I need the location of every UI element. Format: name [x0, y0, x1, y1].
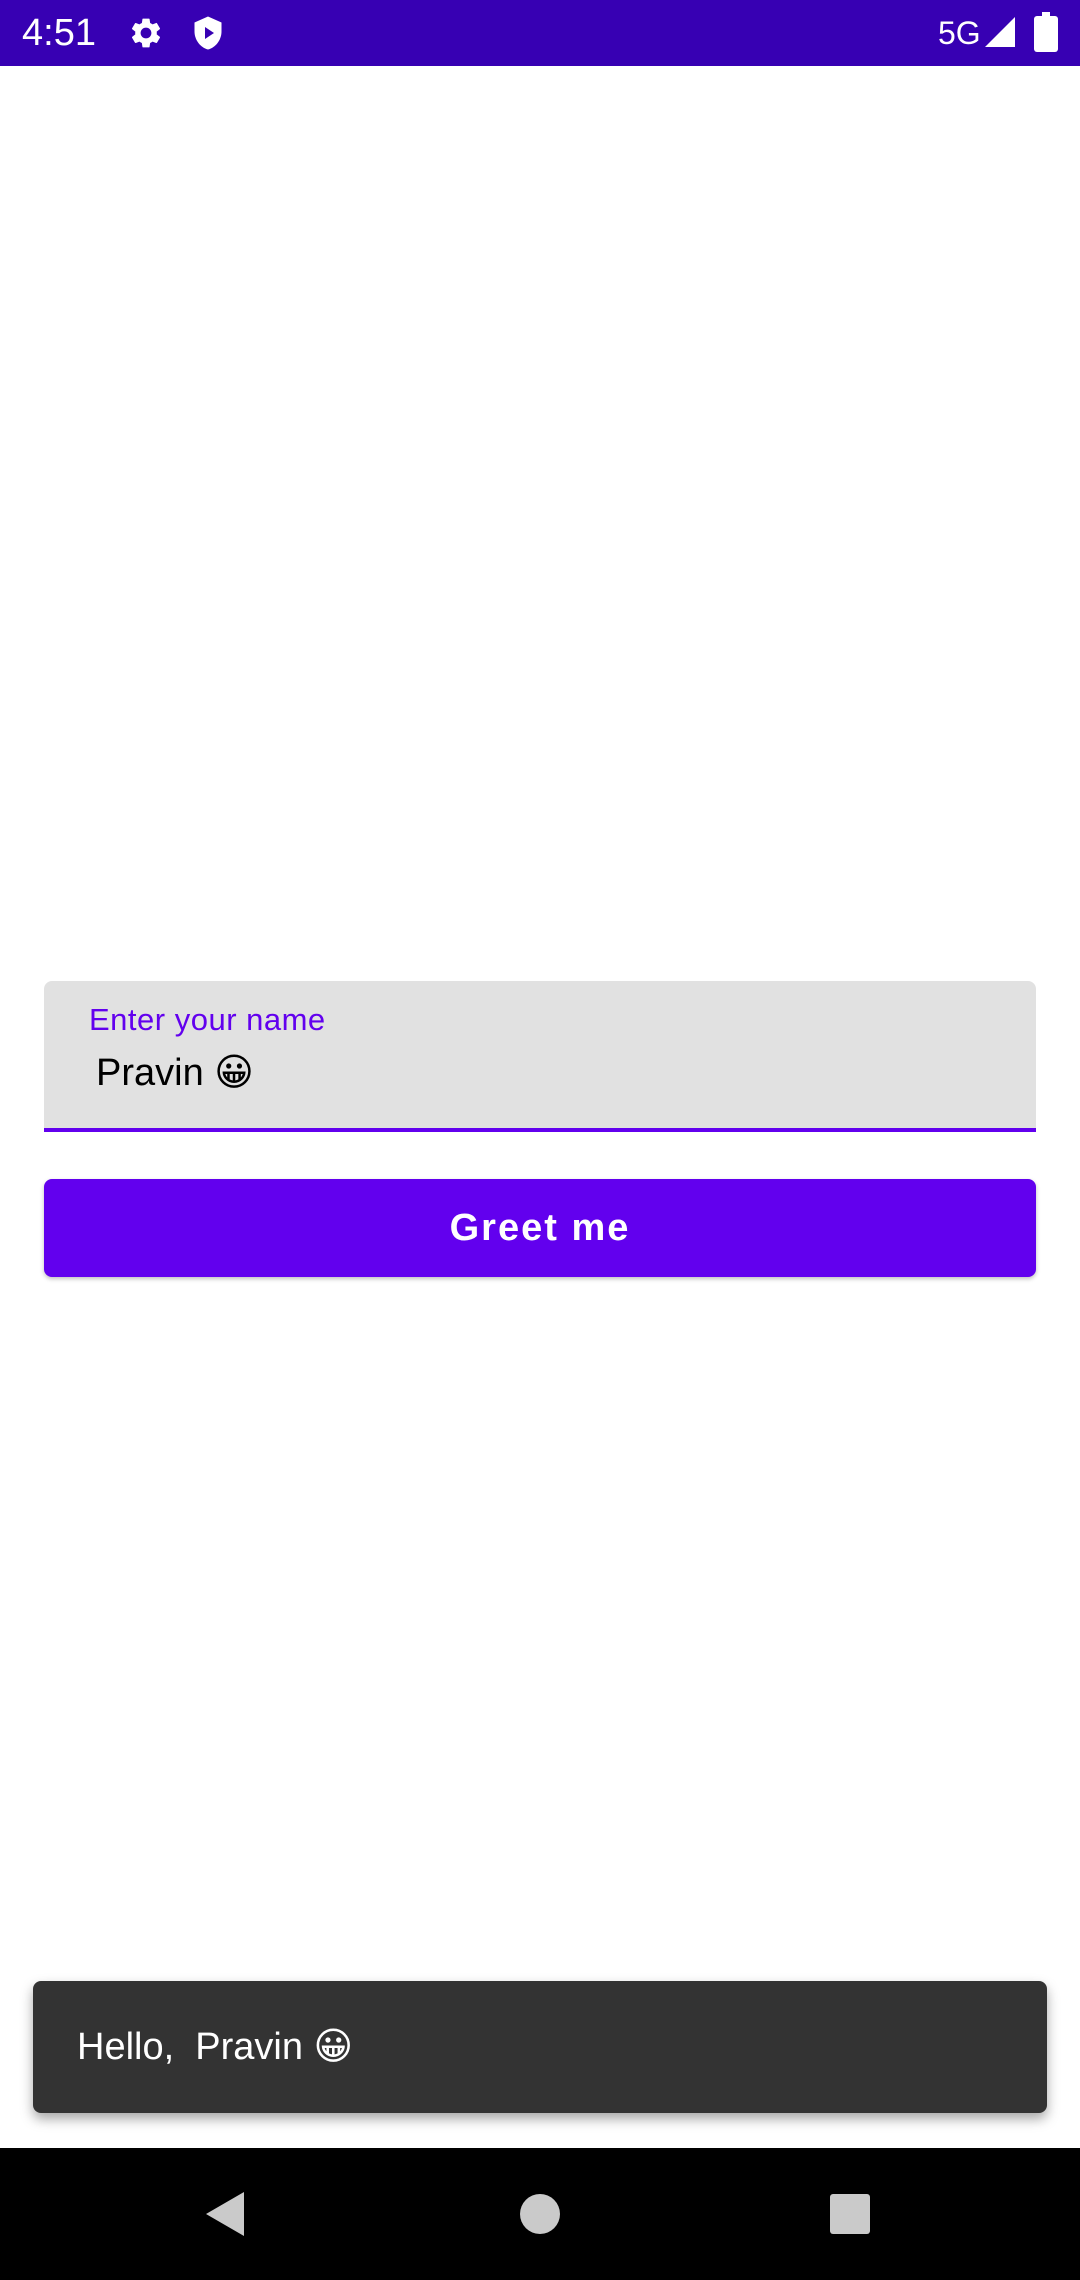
- snackbar-message: Hello, Pravin 😀: [77, 2026, 354, 2068]
- greeting-snackbar: Hello, Pravin 😀: [33, 1981, 1047, 2113]
- network-type: 5G: [938, 15, 981, 51]
- status-bar: 4:51 5G: [0, 0, 1080, 66]
- battery-icon: [1034, 12, 1058, 52]
- signal-icon: [985, 17, 1015, 47]
- name-input-value[interactable]: Pravin 😀: [96, 1049, 254, 1097]
- status-time: 4:51: [22, 12, 96, 54]
- greet-me-button[interactable]: Greet me: [44, 1179, 1036, 1277]
- navigation-bar: [0, 2148, 1080, 2280]
- recents-icon[interactable]: [820, 2184, 880, 2244]
- name-input-label: Enter your name: [89, 1002, 326, 1037]
- app-screen: 4:51 5G Enter your name Pravin 😀 Greet m…: [0, 0, 1080, 2280]
- name-input[interactable]: Enter your name Pravin 😀: [44, 981, 1036, 1132]
- gear-icon: [131, 18, 161, 48]
- back-icon[interactable]: [196, 2184, 256, 2244]
- shield-play-icon: [194, 16, 222, 50]
- home-icon[interactable]: [510, 2184, 570, 2244]
